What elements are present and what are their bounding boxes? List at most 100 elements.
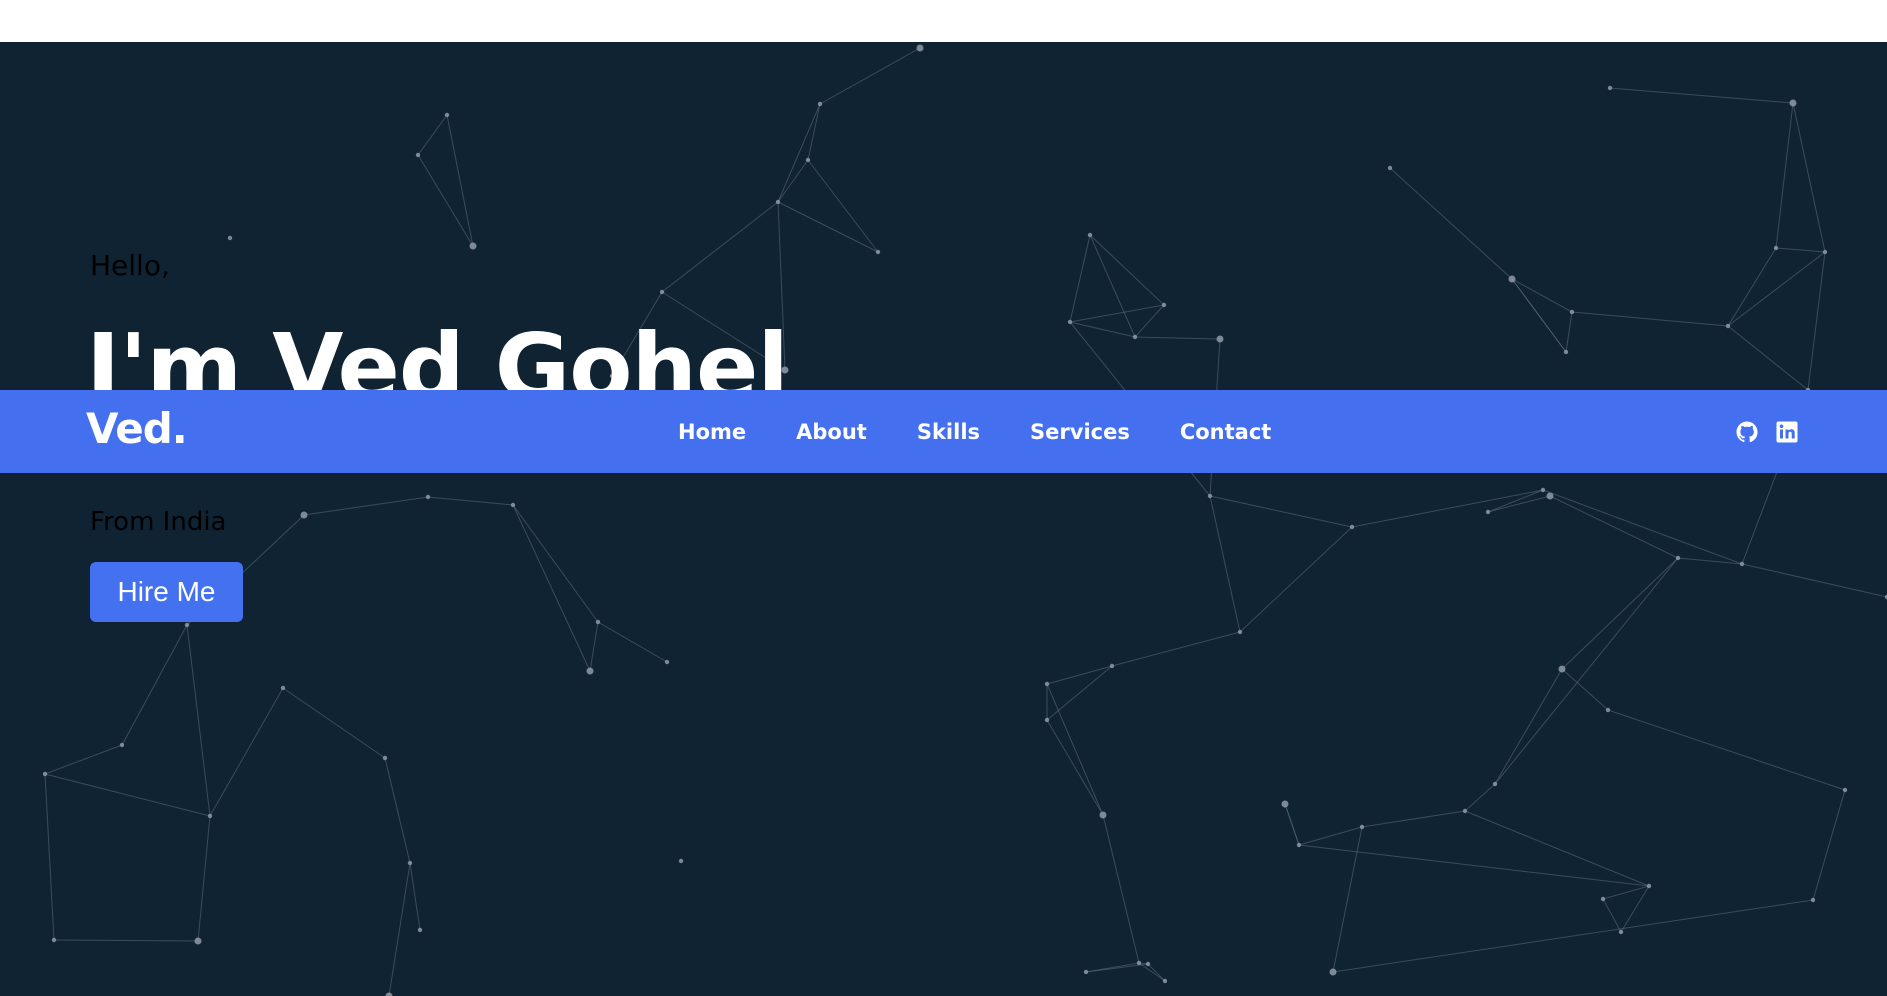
hero-location: From India <box>90 507 227 537</box>
network-line <box>1494 668 1563 785</box>
network-line <box>1741 563 1887 598</box>
network-line <box>1549 495 1679 559</box>
network-node <box>595 619 601 625</box>
network-line <box>1134 336 1221 340</box>
network-node <box>1044 681 1050 687</box>
network-node <box>1605 707 1611 713</box>
network-node <box>385 992 393 996</box>
network-line <box>209 687 284 817</box>
network-line <box>777 103 821 203</box>
network-node <box>1773 245 1779 251</box>
nav-link-services[interactable]: Services <box>1030 420 1130 444</box>
hire-me-button[interactable]: Hire Me <box>90 562 243 622</box>
network-line <box>1209 495 1241 633</box>
github-icon[interactable] <box>1735 420 1759 444</box>
network-node <box>1067 319 1073 325</box>
network-line <box>417 114 448 156</box>
top-white-strip <box>0 0 1887 42</box>
network-node <box>1789 99 1797 107</box>
network-line <box>417 154 474 247</box>
network-node <box>1387 165 1393 171</box>
network-node <box>664 659 670 665</box>
network-line <box>1138 962 1166 982</box>
network-node <box>805 157 811 163</box>
network-node <box>916 44 924 52</box>
nav-link-skills[interactable]: Skills <box>917 420 980 444</box>
network-line <box>1089 234 1165 306</box>
network-node <box>1044 717 1050 723</box>
network-node <box>1145 961 1151 967</box>
network-line <box>1389 167 1513 280</box>
network-line <box>1332 826 1363 973</box>
network-node <box>1207 493 1213 499</box>
network-line <box>1807 251 1826 391</box>
network-line <box>1069 234 1091 323</box>
network-line <box>446 114 474 247</box>
network-line <box>1085 963 1149 973</box>
network-node <box>1136 960 1142 966</box>
network-node <box>1675 555 1681 561</box>
network-node <box>415 152 421 158</box>
network-line <box>1147 963 1166 982</box>
social-links <box>1735 390 1799 473</box>
network-node <box>382 755 388 761</box>
network-node <box>1600 896 1606 902</box>
network-line <box>1284 803 1300 846</box>
network-line <box>512 504 591 672</box>
network-line <box>197 815 211 942</box>
nav-link-contact[interactable]: Contact <box>1180 420 1272 444</box>
network-node <box>1725 323 1731 329</box>
network-node <box>444 112 450 118</box>
network-line <box>1727 251 1826 327</box>
network-node <box>425 494 431 500</box>
network-node <box>586 667 594 675</box>
nav-link-home[interactable]: Home <box>678 420 746 444</box>
network-node <box>184 622 190 628</box>
network-line <box>1209 495 1353 528</box>
network-node <box>1083 969 1089 975</box>
network-line <box>1792 102 1826 253</box>
network-node <box>1349 524 1355 530</box>
network-line <box>1464 783 1496 812</box>
network-line <box>1089 234 1136 338</box>
linkedin-icon[interactable] <box>1775 420 1799 444</box>
network-line <box>1511 278 1567 353</box>
hero-greeting: Hello, <box>90 249 170 282</box>
network-node <box>875 249 881 255</box>
network-line <box>44 773 55 941</box>
network-line <box>282 687 386 759</box>
network-node <box>1739 561 1745 567</box>
network-node <box>42 771 48 777</box>
network-line <box>1111 631 1241 667</box>
network-node <box>469 242 477 250</box>
network-line <box>1542 489 1743 565</box>
network-node <box>659 289 665 295</box>
network-line <box>589 621 599 672</box>
network-line <box>1775 247 1826 253</box>
network-node <box>194 937 202 945</box>
network-line <box>512 504 599 623</box>
network-line <box>1571 311 1729 327</box>
network-node <box>1563 349 1569 355</box>
network-node <box>1558 665 1566 673</box>
network-node <box>1569 309 1575 315</box>
network-node <box>1109 663 1115 669</box>
network-line <box>1561 668 1609 711</box>
network-line <box>1494 557 1679 785</box>
network-line <box>1565 311 1573 353</box>
network-line <box>1602 898 1622 933</box>
network-line <box>1046 665 1113 685</box>
site-logo[interactable]: Ved. <box>86 404 188 453</box>
network-line <box>777 201 879 253</box>
network-node <box>1087 232 1093 238</box>
network-node <box>1646 883 1652 889</box>
network-line <box>1511 278 1573 313</box>
network-node <box>1485 509 1491 515</box>
network-node <box>817 101 823 107</box>
network-node <box>1296 842 1302 848</box>
nav-link-about[interactable]: About <box>796 420 867 444</box>
network-node <box>1508 275 1516 283</box>
network-node <box>227 235 233 241</box>
network-line <box>1607 709 1846 791</box>
network-node <box>1618 929 1624 935</box>
